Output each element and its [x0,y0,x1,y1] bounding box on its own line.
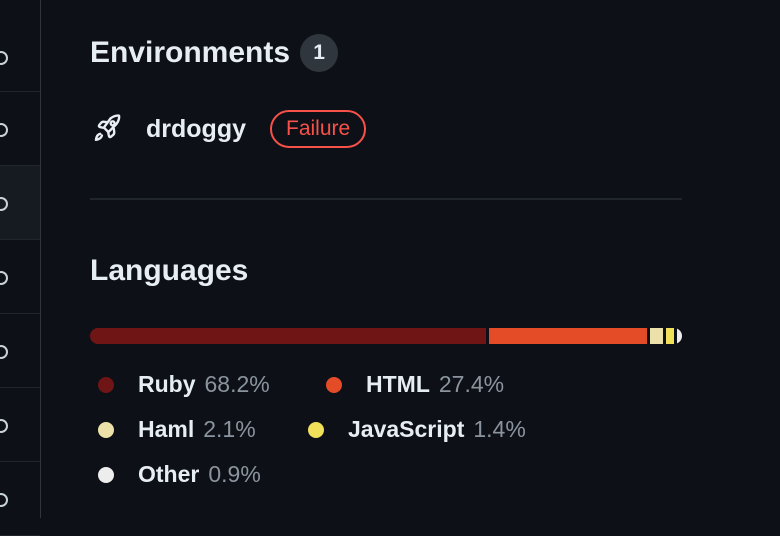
list-item[interactable] [0,388,40,462]
javascript-dot-icon [308,421,324,438]
list-item[interactable] [0,314,40,388]
status-icon [0,271,8,285]
list-item[interactable] [0,166,40,240]
section-divider [90,198,682,200]
language-progress-bar[interactable] [90,328,682,344]
list-item[interactable] [0,462,40,536]
language-name: Ruby [138,371,196,397]
left-list-column [0,0,41,536]
status-badge: Failure [270,110,367,148]
languages-heading: Languages [90,254,249,287]
status-icon [0,197,8,211]
language-percent: 2.1% [203,416,256,442]
language-legend: Ruby 68.2% HTML 27.4% Haml 2.1% JavaScri… [98,362,698,497]
language-name: Other [138,461,200,487]
language-item-html[interactable]: HTML 27.4% [326,371,504,398]
language-segment-other[interactable] [676,328,682,344]
environments-heading[interactable]: Environments 1 [90,34,339,72]
language-percent: 68.2% [204,371,270,397]
html-dot-icon [326,376,342,393]
list-item[interactable] [0,240,40,314]
environments-count-badge: 1 [300,34,339,72]
language-segment-ruby[interactable] [90,328,486,344]
list-item[interactable] [0,92,40,166]
language-name: Haml [138,416,195,442]
language-segment-haml[interactable] [650,328,663,344]
status-icon [0,123,8,137]
language-percent: 1.4% [473,416,526,442]
environment-name[interactable]: drdoggy [146,115,246,144]
list-item[interactable] [0,18,40,92]
status-icon [0,51,8,65]
haml-dot-icon [98,421,114,438]
language-name: JavaScript [348,416,465,442]
status-icon [0,419,8,433]
language-item-javascript[interactable]: JavaScript 1.4% [308,416,526,443]
status-icon [0,345,8,359]
language-item-other[interactable]: Other 0.9% [98,461,261,488]
language-segment-javascript[interactable] [665,328,674,344]
language-segment-html[interactable] [488,328,648,344]
language-percent: 0.9% [208,461,261,487]
language-name: HTML [366,371,430,397]
environments-title: Environments [90,36,291,69]
rocket-icon [90,112,124,146]
language-item-haml[interactable]: Haml 2.1% [98,416,308,443]
environment-item[interactable]: drdoggy Failure [90,110,367,148]
language-item-ruby[interactable]: Ruby 68.2% [98,371,326,398]
other-dot-icon [98,466,114,483]
language-percent: 27.4% [438,371,505,397]
ruby-dot-icon [98,376,114,393]
status-icon [0,493,8,507]
